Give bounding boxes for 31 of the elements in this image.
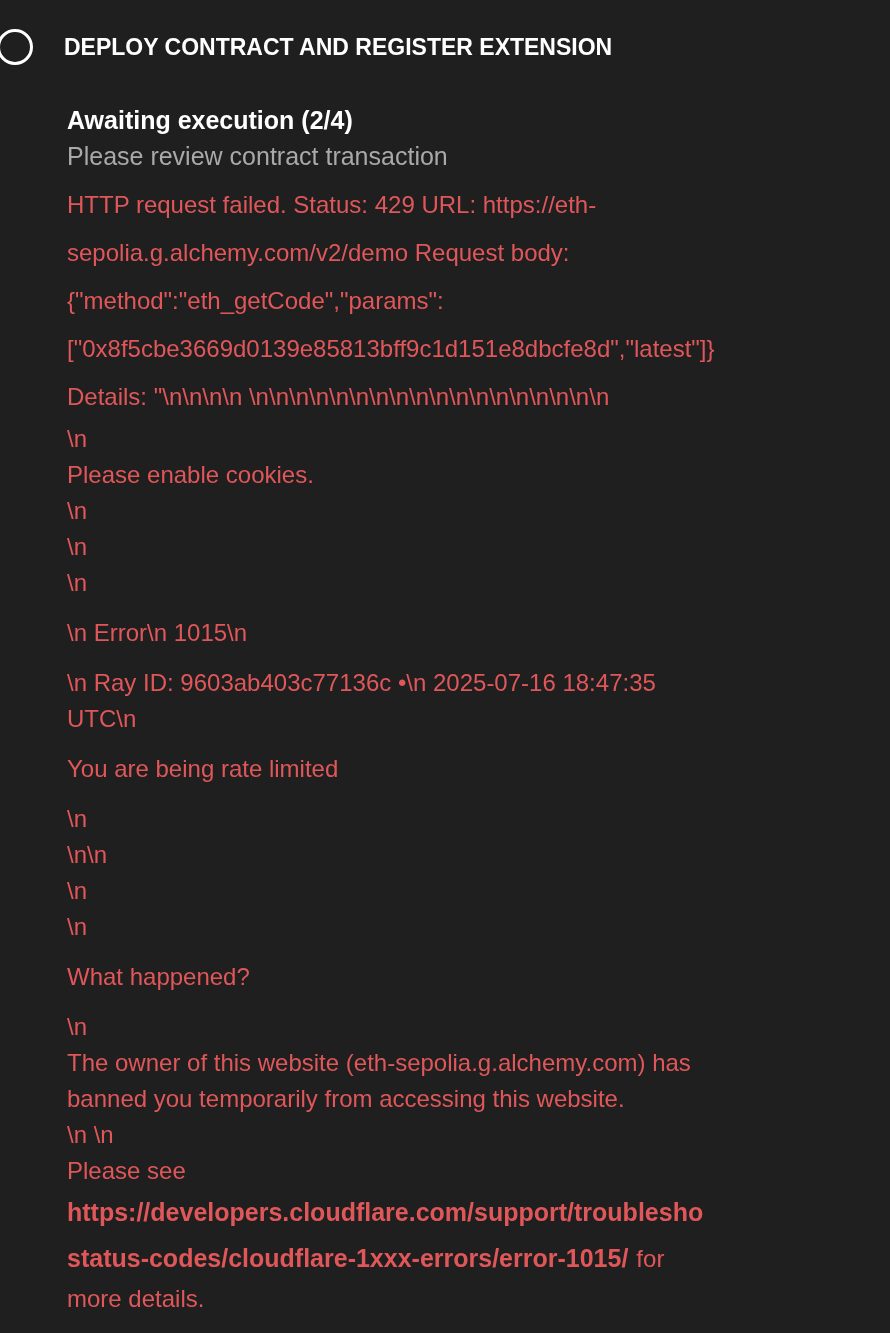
error-text: \n [67, 496, 87, 526]
error-text: \n [67, 912, 87, 942]
error-text: \n [67, 876, 87, 906]
error-text: Please enable cookies. [67, 460, 314, 490]
help-link[interactable]: https://developers.cloudflare.com/support/troublesho [67, 1189, 704, 1235]
error-text: for [636, 1244, 665, 1274]
help-link[interactable]: status-codes/cloudflare-1xxx-errors/error-1015/ [67, 1235, 629, 1281]
error-text: \n Error\n 1015\n [67, 618, 248, 648]
step-title: DEPLOY CONTRACT AND REGISTER EXTENSION [64, 32, 613, 62]
status-text: Awaiting execution (2/4) [67, 105, 354, 136]
error-text: UTC\n [67, 704, 137, 734]
error-text: \n\n [67, 840, 108, 870]
error-text: banned you temporarily from accessing this website. [67, 1084, 625, 1114]
subtitle-text: Please review contract transaction [67, 141, 449, 172]
error-text: \n [67, 424, 87, 454]
error-text: You are being rate limited [67, 754, 339, 784]
error-text: sepolia.g.alchemy.com/v2/demo Request body: [67, 238, 570, 268]
error-text: \n [67, 532, 87, 562]
error-text: \n [67, 568, 87, 598]
error-text: Please see [67, 1156, 186, 1186]
error-text: \n [67, 804, 87, 834]
error-text: more details. [67, 1284, 205, 1314]
error-text: \n Ray ID: 9603ab403c77136c •\n 2025-07-16 18:47:35 [67, 668, 656, 698]
error-text: {"method":"eth_getCode","params": [67, 286, 444, 316]
error-text: What happened? [67, 962, 250, 992]
error-text: \n \n [67, 1120, 114, 1150]
error-text: Details: "\n\n\n\n \n\n\n\n\n\n\n\n\n\n\n\n\n\n\n\n\n\n [67, 382, 610, 412]
error-text: The owner of this website (eth-sepolia.g.alchemy.com) has [67, 1048, 691, 1078]
error-text: \n [67, 1012, 87, 1042]
error-text: HTTP request failed. Status: 429 URL: https://eth- [67, 190, 597, 220]
error-text: ["0x8f5cbe3669d0139e85813bff9c1d151e8dbcfe8d","latest"]} [67, 334, 715, 364]
